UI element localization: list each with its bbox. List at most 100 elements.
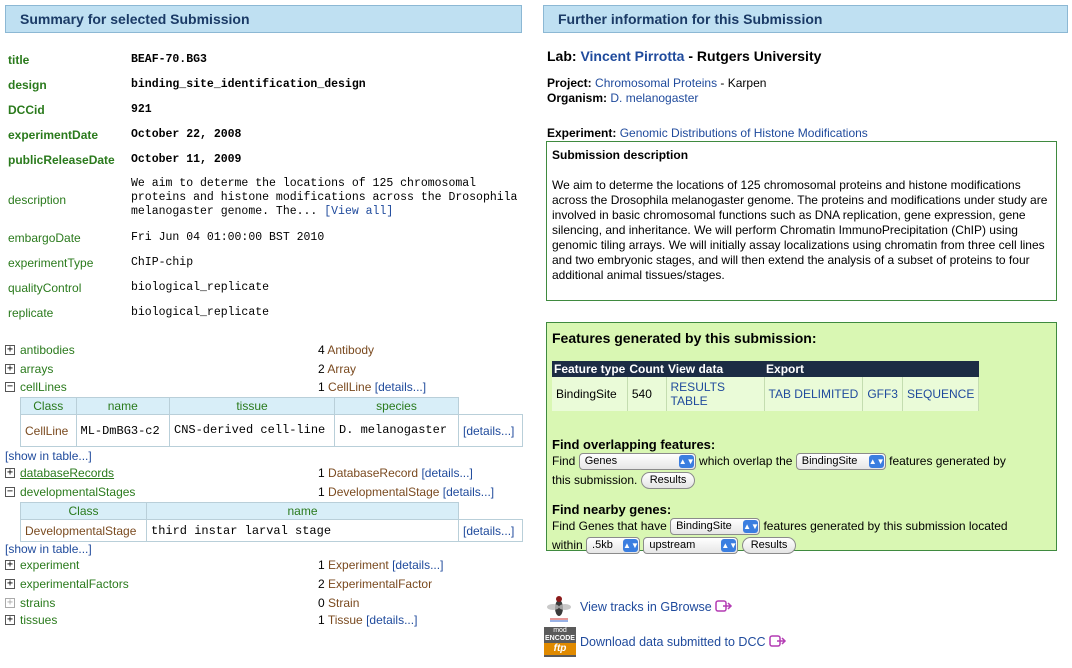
expandable-count: 0 Strain: [318, 596, 359, 610]
cell-tissue: CNS-derived cell-line: [169, 414, 335, 447]
overlap-tail-label: features generated by: [889, 454, 1006, 468]
expand-toggle[interactable]: +: [5, 345, 15, 355]
devstage-table: Class name DevelopmentalStage third inst…: [20, 502, 523, 542]
tab-delimited-link[interactable]: TAB DELIMITED: [769, 387, 859, 401]
summary-key: experimentDate: [8, 128, 99, 142]
expandable-count: 1 CellLine [details...]: [318, 380, 426, 394]
overlap-feature-select[interactable]: Genes ▲▼: [578, 453, 696, 471]
table-header-row: Class name tissue species: [20, 397, 523, 415]
table-header-row: Feature type Count View data Export: [552, 361, 979, 377]
expand-toggle[interactable]: +: [5, 468, 15, 478]
direction-select[interactable]: upstream ▲▼: [643, 537, 739, 555]
nearby-results-button[interactable]: Results: [741, 537, 797, 555]
summary-key: publicReleaseDate: [8, 153, 115, 167]
overlap-type-select[interactable]: BindingSite ▲▼: [795, 453, 886, 471]
table-row: BindingSite 540 RESULTS TABLE TAB DELIMI…: [552, 377, 980, 411]
organism-prefix: Organism:: [547, 91, 608, 105]
count-type: ExperimentalFactor: [328, 577, 433, 591]
details-link[interactable]: [details...]: [443, 485, 494, 499]
expandable-label[interactable]: tissues: [20, 613, 57, 627]
project-link[interactable]: Chromosomal Proteins: [595, 76, 717, 90]
external-link-icon: [715, 600, 733, 615]
expandable-antibodies: + antibodies 4 Antibody: [5, 343, 525, 359]
summary-value: biological_replicate: [131, 281, 270, 294]
summary-value: BEAF-70.BG3: [131, 53, 207, 66]
expand-toggle[interactable]: +: [5, 615, 15, 625]
nearby-type-select[interactable]: BindingSite ▲▼: [670, 518, 761, 536]
expandable-label[interactable]: arrays: [20, 362, 53, 376]
table-header-row: Class name: [20, 502, 523, 520]
nearby-within-label: within: [552, 538, 583, 552]
project-prefix: Project:: [547, 76, 592, 90]
overlap-results-button[interactable]: Results: [640, 472, 696, 490]
expandable-developmental-stages: − developmentalStages 1 DevelopmentalSta…: [5, 485, 525, 501]
project-suffix: - Karpen: [717, 76, 767, 90]
summary-value: biological_replicate: [131, 306, 270, 319]
further-info-header: Further information for this Submission: [543, 5, 1068, 33]
details-link[interactable]: [details...]: [366, 613, 417, 627]
show-in-table-link[interactable]: [show in table...]: [5, 449, 92, 463]
col-header: Feature type: [552, 361, 628, 377]
details-link[interactable]: [details...]: [375, 380, 426, 394]
expand-toggle[interactable]: +: [5, 560, 15, 570]
experiment-line: Experiment: Genomic Distributions of His…: [547, 126, 868, 140]
summary-value: October 22, 2008: [131, 128, 242, 141]
gff3-link[interactable]: GFF3: [867, 387, 898, 401]
sequence-link[interactable]: SEQUENCE: [907, 387, 974, 401]
expandable-label[interactable]: experiment: [20, 558, 79, 572]
collapse-toggle[interactable]: −: [5, 382, 15, 392]
lab-name-link[interactable]: Vincent Pirrotta: [580, 48, 684, 64]
expand-toggle[interactable]: +: [5, 364, 15, 374]
export-cell: GFF3: [862, 377, 903, 411]
col-header: name: [75, 397, 170, 415]
expandable-label[interactable]: databaseRecords: [20, 466, 114, 480]
count-number: 4: [318, 343, 325, 357]
expandable-count: 1 DatabaseRecord [details...]: [318, 466, 473, 480]
distance-select[interactable]: .5kb ▲▼: [586, 537, 641, 555]
show-in-table-link[interactable]: [show in table...]: [5, 542, 92, 556]
expandable-count: 2 Array: [318, 362, 356, 376]
expandable-label[interactable]: developmentalStages: [20, 485, 135, 499]
count-type: Tissue: [327, 613, 363, 627]
gbrowse-link-text: View tracks in GBrowse: [580, 600, 712, 614]
view-all-link[interactable]: [View all]: [324, 205, 393, 218]
count-type: Strain: [328, 596, 360, 610]
expandable-label[interactable]: antibodies: [20, 343, 75, 357]
summary-value: 921: [131, 103, 152, 116]
count-type: Experiment: [328, 558, 389, 572]
cell-details: [details...]: [458, 414, 523, 447]
summary-key: DCCid: [8, 103, 45, 117]
summary-key: design: [8, 78, 47, 92]
select-value: upstream: [649, 539, 696, 552]
summary-key: qualityControl: [8, 281, 82, 295]
organism-line: Organism: D. melanogaster: [547, 91, 698, 105]
expand-toggle[interactable]: +: [5, 579, 15, 589]
summary-value: ChIP-chip: [131, 256, 194, 269]
col-header: name: [146, 502, 459, 520]
export-cell: TAB DELIMITED: [764, 377, 864, 411]
organism-link[interactable]: D. melanogaster: [610, 91, 698, 105]
download-dcc-link[interactable]: Download data submitted to DCC: [580, 635, 787, 650]
details-link[interactable]: [details...]: [421, 466, 472, 480]
expandable-tissues: + tissues 1 Tissue [details...]: [5, 613, 525, 629]
count-type: Antibody: [327, 343, 375, 357]
submission-description-box: Submission description We aim to determe…: [546, 141, 1057, 301]
count-number: 1: [318, 380, 325, 394]
expandable-label[interactable]: experimentalFactors: [20, 577, 129, 591]
summary-value: We aim to determe the locations of 125 c…: [131, 177, 526, 219]
nearby-title: Find nearby genes:: [552, 502, 672, 517]
results-table-link[interactable]: RESULTS TABLE: [671, 380, 725, 408]
expandable-arrays: + arrays 2 Array: [5, 362, 525, 378]
details-link[interactable]: [details...]: [463, 424, 514, 438]
overlap-which-label: which overlap the: [699, 454, 793, 468]
gbrowse-link[interactable]: View tracks in GBrowse: [580, 600, 733, 615]
details-link[interactable]: [details...]: [392, 558, 443, 572]
expandable-label[interactable]: cellLines: [20, 380, 67, 394]
cell-name: ML-DmBG3-c2: [75, 414, 170, 447]
details-link[interactable]: [details...]: [463, 524, 514, 538]
collapse-toggle[interactable]: −: [5, 487, 15, 497]
cell-class: CellLine: [20, 414, 77, 447]
view-data-cell: RESULTS TABLE: [666, 377, 765, 411]
cell-details: [details...]: [458, 519, 523, 542]
experiment-link[interactable]: Genomic Distributions of Histone Modific…: [620, 126, 868, 140]
